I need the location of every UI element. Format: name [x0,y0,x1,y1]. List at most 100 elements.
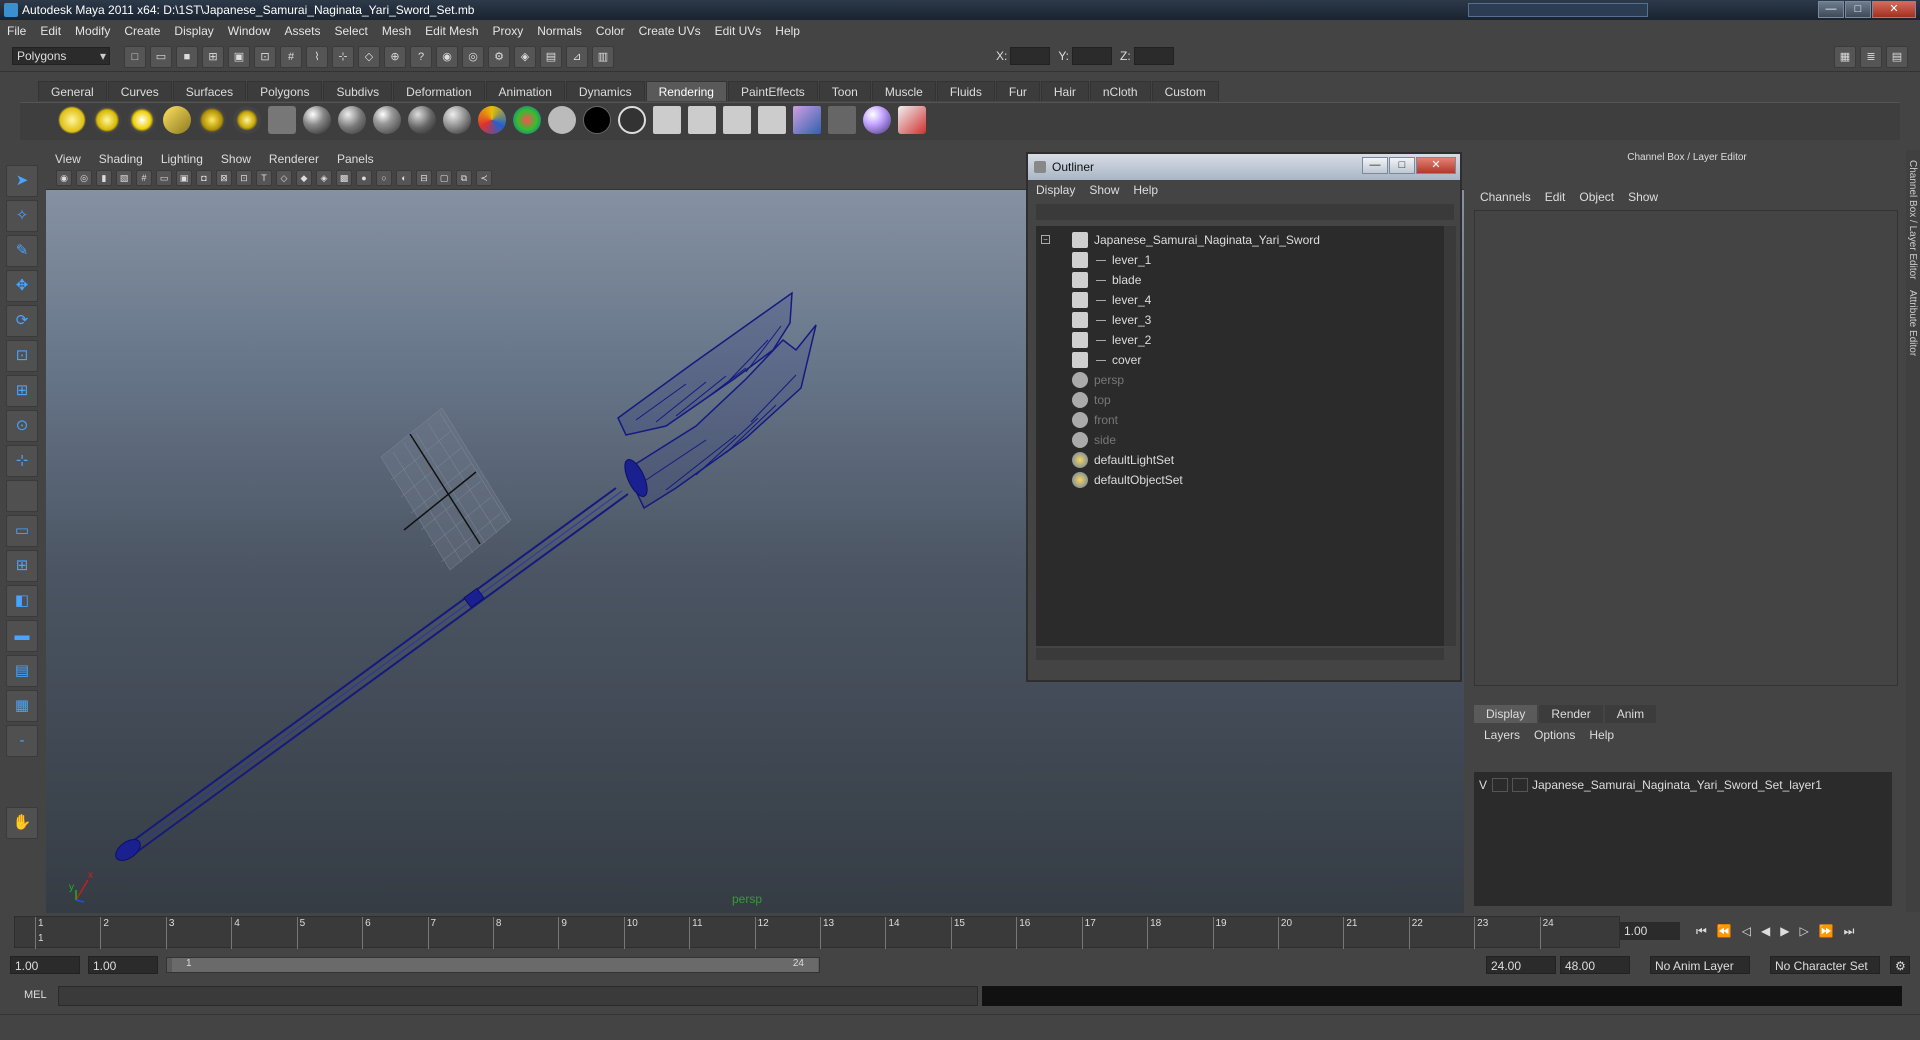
close-button[interactable]: ✕ [1872,1,1916,18]
shelf-tab-custom[interactable]: Custom [1151,81,1219,101]
hypershade-shelf-icon[interactable] [723,106,751,134]
texture-sphere-icon[interactable] [863,106,891,134]
point-light-icon[interactable] [128,106,156,134]
channel-box-menu-show[interactable]: Show [1628,190,1658,204]
render-settings-shelf-icon[interactable] [688,106,716,134]
select-tool-icon[interactable]: ➤ [6,165,38,197]
blinn-material-icon[interactable] [303,106,331,134]
menu-edit-mesh[interactable]: Edit Mesh [418,24,485,38]
outliner-minimize-button[interactable]: — [1362,157,1388,174]
animation-preferences-icon[interactable]: ⚙ [1890,956,1910,974]
go-to-start-icon[interactable]: ⏮ [1696,924,1707,939]
title-search-field[interactable] [1468,3,1648,17]
four-view-layout-icon[interactable]: ⊞ [6,550,38,582]
menu-create[interactable]: Create [117,24,167,38]
outliner-item[interactable]: lever_2 [1036,330,1436,350]
shelf-tab-rendering[interactable]: Rendering [645,81,727,101]
range-slider-bar[interactable]: 1 24 [172,958,818,972]
history-icon[interactable]: ? [410,46,432,68]
layer-tab-render[interactable]: Render [1539,705,1603,723]
camera-icon[interactable] [268,106,296,134]
menu-file[interactable]: File [0,24,33,38]
outliner-item[interactable]: side [1036,430,1436,450]
persp-graph-layout-icon[interactable]: ▬ [6,620,38,652]
shelf-tab-curves[interactable]: Curves [107,81,172,101]
shelf-tab-hair[interactable]: Hair [1040,81,1089,101]
channel-box-side-tab[interactable]: Channel Box / Layer Editor [1907,160,1918,280]
character-set-dropdown[interactable]: No Character Set [1770,956,1880,974]
playback-start-field[interactable]: 1.00 [88,956,158,974]
layer-menu-layers[interactable]: Layers [1484,728,1520,742]
outliner-item[interactable]: blade [1036,270,1436,290]
x-field[interactable] [1010,47,1051,65]
select-object-icon[interactable]: ▣ [228,46,250,68]
hypershade-icon[interactable]: ◈ [514,46,536,68]
shelf-tab-dynamics[interactable]: Dynamics [565,81,645,101]
step-forward-key-icon[interactable]: ⏩ [1819,924,1834,939]
step-back-frame-icon[interactable]: ◁ [1742,924,1751,939]
outliner-item[interactable]: defaultObjectSet [1036,470,1436,490]
paint-select-icon[interactable]: ✎ [6,235,38,267]
menu-modify[interactable]: Modify [68,24,117,38]
lasso-tool-icon[interactable]: ✧ [6,200,38,232]
directional-light-icon[interactable] [93,106,121,134]
menu-edit[interactable]: Edit [33,24,68,38]
step-back-key-icon[interactable]: ⏪ [1717,924,1732,939]
snap-grid-icon[interactable]: # [280,46,302,68]
last-tool-icon[interactable] [6,480,38,512]
open-scene-icon[interactable]: ▭ [150,46,172,68]
menu-select[interactable]: Select [327,24,374,38]
mel-label[interactable]: MEL [24,989,47,1001]
naginata-shaft[interactable] [125,487,629,855]
volume-light-icon[interactable] [233,106,261,134]
channel-box-menu-object[interactable]: Object [1579,190,1614,204]
menu-normals[interactable]: Normals [530,24,589,38]
select-component-icon[interactable]: ⊡ [254,46,276,68]
custom-layout-icon[interactable]: ▦ [6,690,38,722]
render-frame-icon[interactable]: ◉ [436,46,458,68]
relative-transform-icon[interactable]: ⊿ [566,46,588,68]
shelf-tab-animation[interactable]: Animation [485,81,565,101]
outliner-maximize-button[interactable]: □ [1389,157,1415,174]
step-forward-frame-icon[interactable]: ▷ [1799,924,1808,939]
spot-light-icon[interactable] [163,106,191,134]
shelf-tab-ncloth[interactable]: nCloth [1089,81,1151,101]
outliner-menu-help[interactable]: Help [1133,183,1158,197]
shelf-tab-toon[interactable]: Toon [818,81,871,101]
shading-map-icon[interactable] [618,106,646,134]
menu-assets[interactable]: Assets [277,24,327,38]
outliner-item[interactable]: defaultLightSet [1036,450,1436,470]
layer-tab-anim[interactable]: Anim [1604,705,1657,723]
outliner-filter-field[interactable] [1036,204,1454,220]
menu-set-dropdown[interactable]: Polygons [12,47,110,65]
outliner-menu-show[interactable]: Show [1089,183,1119,197]
anisotropic-material-icon[interactable] [443,106,471,134]
shaft-end-cap[interactable] [112,835,144,864]
shelf-tab-surfaces[interactable]: Surfaces [172,81,247,101]
shelf-tab-fur[interactable]: Fur [995,81,1040,101]
rotate-tool-icon[interactable]: ⟳ [6,305,38,337]
play-backwards-icon[interactable]: ◀ [1761,924,1770,939]
shelf-tab-polygons[interactable]: Polygons [247,81,323,101]
maximize-button[interactable]: □ [1845,1,1871,18]
shelf-tab-muscle[interactable]: Muscle [871,81,936,101]
outliner-item[interactable]: lever_4 [1036,290,1436,310]
menu-mesh[interactable]: Mesh [375,24,418,38]
outliner-item[interactable]: − Japanese_Samurai_Naginata_Yari_Sword [1036,230,1436,250]
ambient-light-icon[interactable] [58,106,86,134]
ramp-shader-icon[interactable] [513,106,541,134]
channel-box-area[interactable] [1474,210,1898,686]
menu-help[interactable]: Help [768,24,807,38]
play-forwards-icon[interactable]: ▶ [1780,924,1789,939]
current-frame-field[interactable]: 1.00 [1620,922,1680,940]
menu-color[interactable]: Color [589,24,632,38]
lambert-material-icon[interactable] [338,106,366,134]
move-tool-icon[interactable]: ✥ [6,270,38,302]
soft-modify-icon[interactable]: ⊙ [6,410,38,442]
new-scene-icon[interactable]: □ [124,46,146,68]
shelf-tab-deformation[interactable]: Deformation [393,81,485,101]
layer-color-swatch[interactable] [1512,778,1528,792]
outliner-item[interactable]: lever_1 [1036,250,1436,270]
snap-curve-icon[interactable]: ⌇ [306,46,328,68]
save-scene-icon[interactable]: ■ [176,46,198,68]
